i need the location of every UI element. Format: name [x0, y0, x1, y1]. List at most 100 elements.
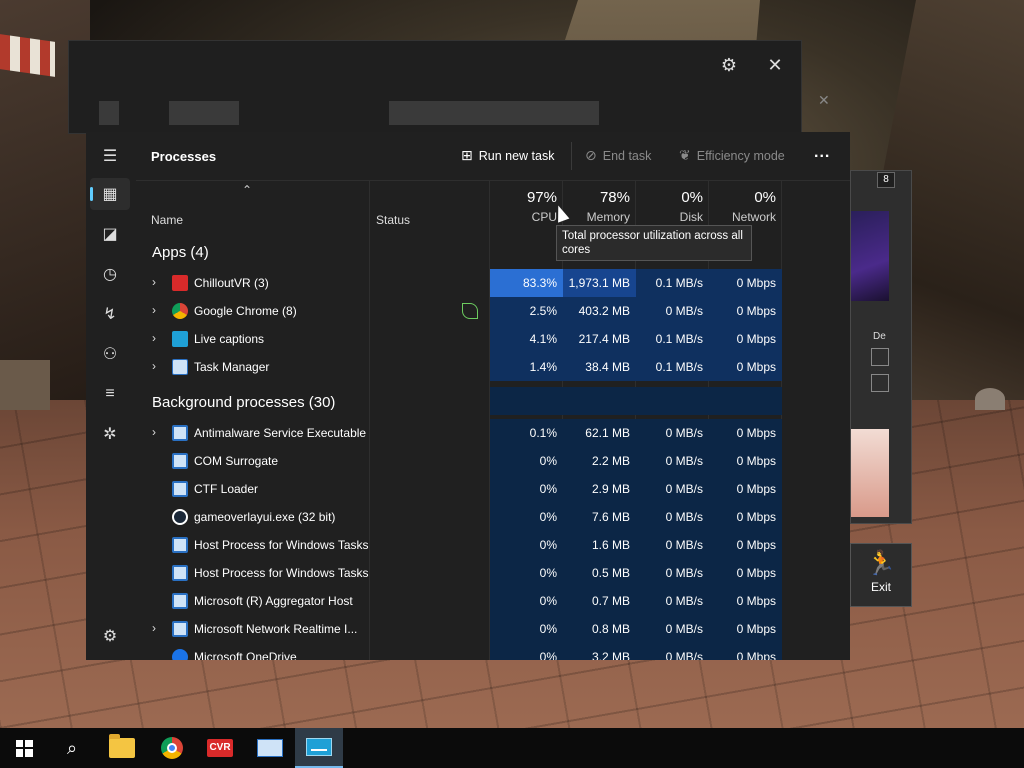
chevron-right-icon[interactable]: ›: [152, 303, 156, 317]
windows-app-icon: [172, 565, 188, 581]
chrome-taskbar-button[interactable]: [148, 728, 196, 768]
disk-column-header[interactable]: 0% Disk: [630, 189, 703, 224]
disk-cell: 0 MB/s: [636, 419, 709, 447]
memory-cell: 0.7 MB: [563, 587, 636, 615]
cpu-cell: 83.3%: [490, 269, 563, 297]
cpu-cell: 0%: [490, 615, 563, 643]
memory-cell: 38.4 MB: [563, 353, 636, 381]
start-button[interactable]: [0, 728, 48, 768]
network-cell: 0 Mbps: [709, 353, 782, 381]
startup-apps-nav-icon[interactable]: ↯: [90, 298, 130, 330]
windows-app-icon: [172, 453, 188, 469]
chevron-right-icon[interactable]: ›: [152, 425, 156, 439]
hamburger-menu-icon[interactable]: ☰: [90, 140, 130, 172]
end-task-icon: ⊘: [585, 147, 597, 163]
table-row[interactable]: › ChilloutVR (3) 83.3% 1,973.1 MB 0.1 MB…: [136, 269, 850, 297]
network-cell: 0 Mbps: [709, 643, 782, 660]
process-name: Live captions: [194, 332, 265, 346]
network-cell: 0 Mbps: [709, 503, 782, 531]
table-row[interactable]: › Google Chrome (8) 2.5% 403.2 MB 0 MB/s…: [136, 297, 850, 325]
gear-icon[interactable]: ⚙: [717, 53, 741, 77]
exit-icon: 🏃: [866, 550, 896, 577]
table-row[interactable]: › Live captions 4.1% 217.4 MB 0.1 MB/s 0…: [136, 325, 850, 353]
disk-cell: 0 MB/s: [636, 615, 709, 643]
status-column-header[interactable]: Status: [376, 213, 410, 227]
network-column-header[interactable]: 0% Network: [703, 189, 776, 224]
memory-cell: 2.2 MB: [563, 447, 636, 475]
app-history-nav-icon[interactable]: ◷: [90, 258, 130, 290]
task-manager-taskbar-button[interactable]: [246, 728, 294, 768]
side-thumbnail-top[interactable]: [851, 211, 889, 301]
memory-cell: 1,973.1 MB: [563, 269, 636, 297]
network-cell: 0 Mbps: [709, 475, 782, 503]
more-options-button[interactable]: ...: [814, 144, 830, 162]
cpu-cell: 0%: [490, 447, 563, 475]
table-row[interactable]: Host Process for Windows Tasks 0% 0.5 MB…: [136, 559, 850, 587]
details-nav-icon[interactable]: ≡: [90, 378, 130, 410]
side-checkbox[interactable]: [871, 374, 889, 392]
network-cell: 0 Mbps: [709, 419, 782, 447]
chrome-icon: [172, 303, 188, 319]
file-explorer-button[interactable]: [98, 728, 146, 768]
table-row[interactable]: › Antimalware Service Executable 0.1% 62…: [136, 419, 850, 447]
table-row[interactable]: Microsoft OneDrive 0% 3.2 MB 0 MB/s 0 Mb…: [136, 643, 850, 660]
cpu-column-header[interactable]: 97% CPU: [484, 189, 557, 224]
live-captions-taskbar-button[interactable]: [295, 728, 343, 768]
network-label: Network: [731, 210, 776, 224]
process-name: ChilloutVR (3): [194, 276, 269, 290]
processes-nav-icon[interactable]: ▦: [90, 178, 130, 210]
table-row[interactable]: gameoverlayui.exe (32 bit) 0% 7.6 MB 0 M…: [136, 503, 850, 531]
dome-object: [975, 388, 1005, 410]
sort-up-icon[interactable]: ⌃: [242, 183, 252, 197]
table-row[interactable]: Host Process for Windows Tasks 0% 1.6 MB…: [136, 531, 850, 559]
heat-cell: [636, 387, 709, 415]
chevron-right-icon[interactable]: ›: [152, 331, 156, 345]
folder-icon: [109, 734, 135, 758]
cpu-tooltip: Total processor utilization across all c…: [556, 225, 752, 261]
process-name: gameoverlayui.exe (32 bit): [194, 510, 336, 524]
close-icon[interactable]: ✕: [763, 53, 787, 77]
search-icon[interactable]: ⌕: [48, 728, 96, 768]
chevron-right-icon[interactable]: ›: [152, 621, 156, 635]
close-icon[interactable]: ✕: [818, 92, 830, 109]
memory-cell: 3.2 MB: [563, 643, 636, 660]
name-column-header[interactable]: Name: [151, 213, 183, 227]
chilloutvr-taskbar-button[interactable]: CVR: [196, 728, 244, 768]
run-new-task-button[interactable]: ⊞ Run new task: [461, 147, 554, 164]
chevron-right-icon[interactable]: ›: [152, 359, 156, 373]
process-name: Microsoft Network Realtime I...: [194, 622, 358, 636]
side-thumbnail-bottom[interactable]: [851, 429, 889, 517]
vr-side-panel: 8 De: [850, 170, 912, 524]
cpu-cell: 0.1%: [490, 419, 563, 447]
background-window: ⚙ ✕: [68, 40, 802, 134]
table-row[interactable]: CTF Loader 0% 2.9 MB 0 MB/s 0 Mbps: [136, 475, 850, 503]
table-row[interactable]: › Task Manager 1.4% 38.4 MB 0.1 MB/s 0 M…: [136, 353, 850, 381]
efficiency-leaf-icon: [462, 303, 478, 319]
process-name: Host Process for Windows Tasks: [194, 566, 369, 580]
side-checkbox[interactable]: [871, 348, 889, 366]
exit-button[interactable]: 🏃 Exit: [850, 543, 912, 607]
table-row[interactable]: › Microsoft Network Realtime I... 0% 0.8…: [136, 615, 850, 643]
end-task-button[interactable]: ⊘ End task: [585, 147, 651, 164]
services-nav-icon[interactable]: ✲: [90, 418, 130, 450]
apps-section-heading: Apps (4): [152, 244, 209, 261]
pedestal: [0, 360, 50, 410]
network-cell: 0 Mbps: [709, 269, 782, 297]
windows-logo-icon: [15, 739, 33, 757]
disk-cell: 0.1 MB/s: [636, 269, 709, 297]
settings-nav-icon[interactable]: ⚙: [90, 620, 130, 652]
disk-cell: 0 MB/s: [636, 643, 709, 660]
efficiency-mode-label: Efficiency mode: [696, 148, 785, 163]
windows-app-icon: [172, 425, 188, 441]
side-badge: 8: [877, 172, 895, 188]
network-cell: 0 Mbps: [709, 297, 782, 325]
cpu-cell: 0%: [490, 587, 563, 615]
performance-nav-icon[interactable]: ◪: [90, 218, 130, 250]
users-nav-icon[interactable]: ⚇: [90, 338, 130, 370]
table-row[interactable]: Microsoft (R) Aggregator Host 0% 0.7 MB …: [136, 587, 850, 615]
chevron-right-icon[interactable]: ›: [152, 275, 156, 289]
table-row[interactable]: COM Surrogate 0% 2.2 MB 0 MB/s 0 Mbps: [136, 447, 850, 475]
column-header-row: ⌃ Name Status 97% CPU 78% Memory 0% Disk…: [136, 181, 850, 231]
efficiency-mode-button[interactable]: ❦ Efficiency mode: [679, 147, 785, 164]
chilloutvr-icon: [172, 275, 188, 291]
